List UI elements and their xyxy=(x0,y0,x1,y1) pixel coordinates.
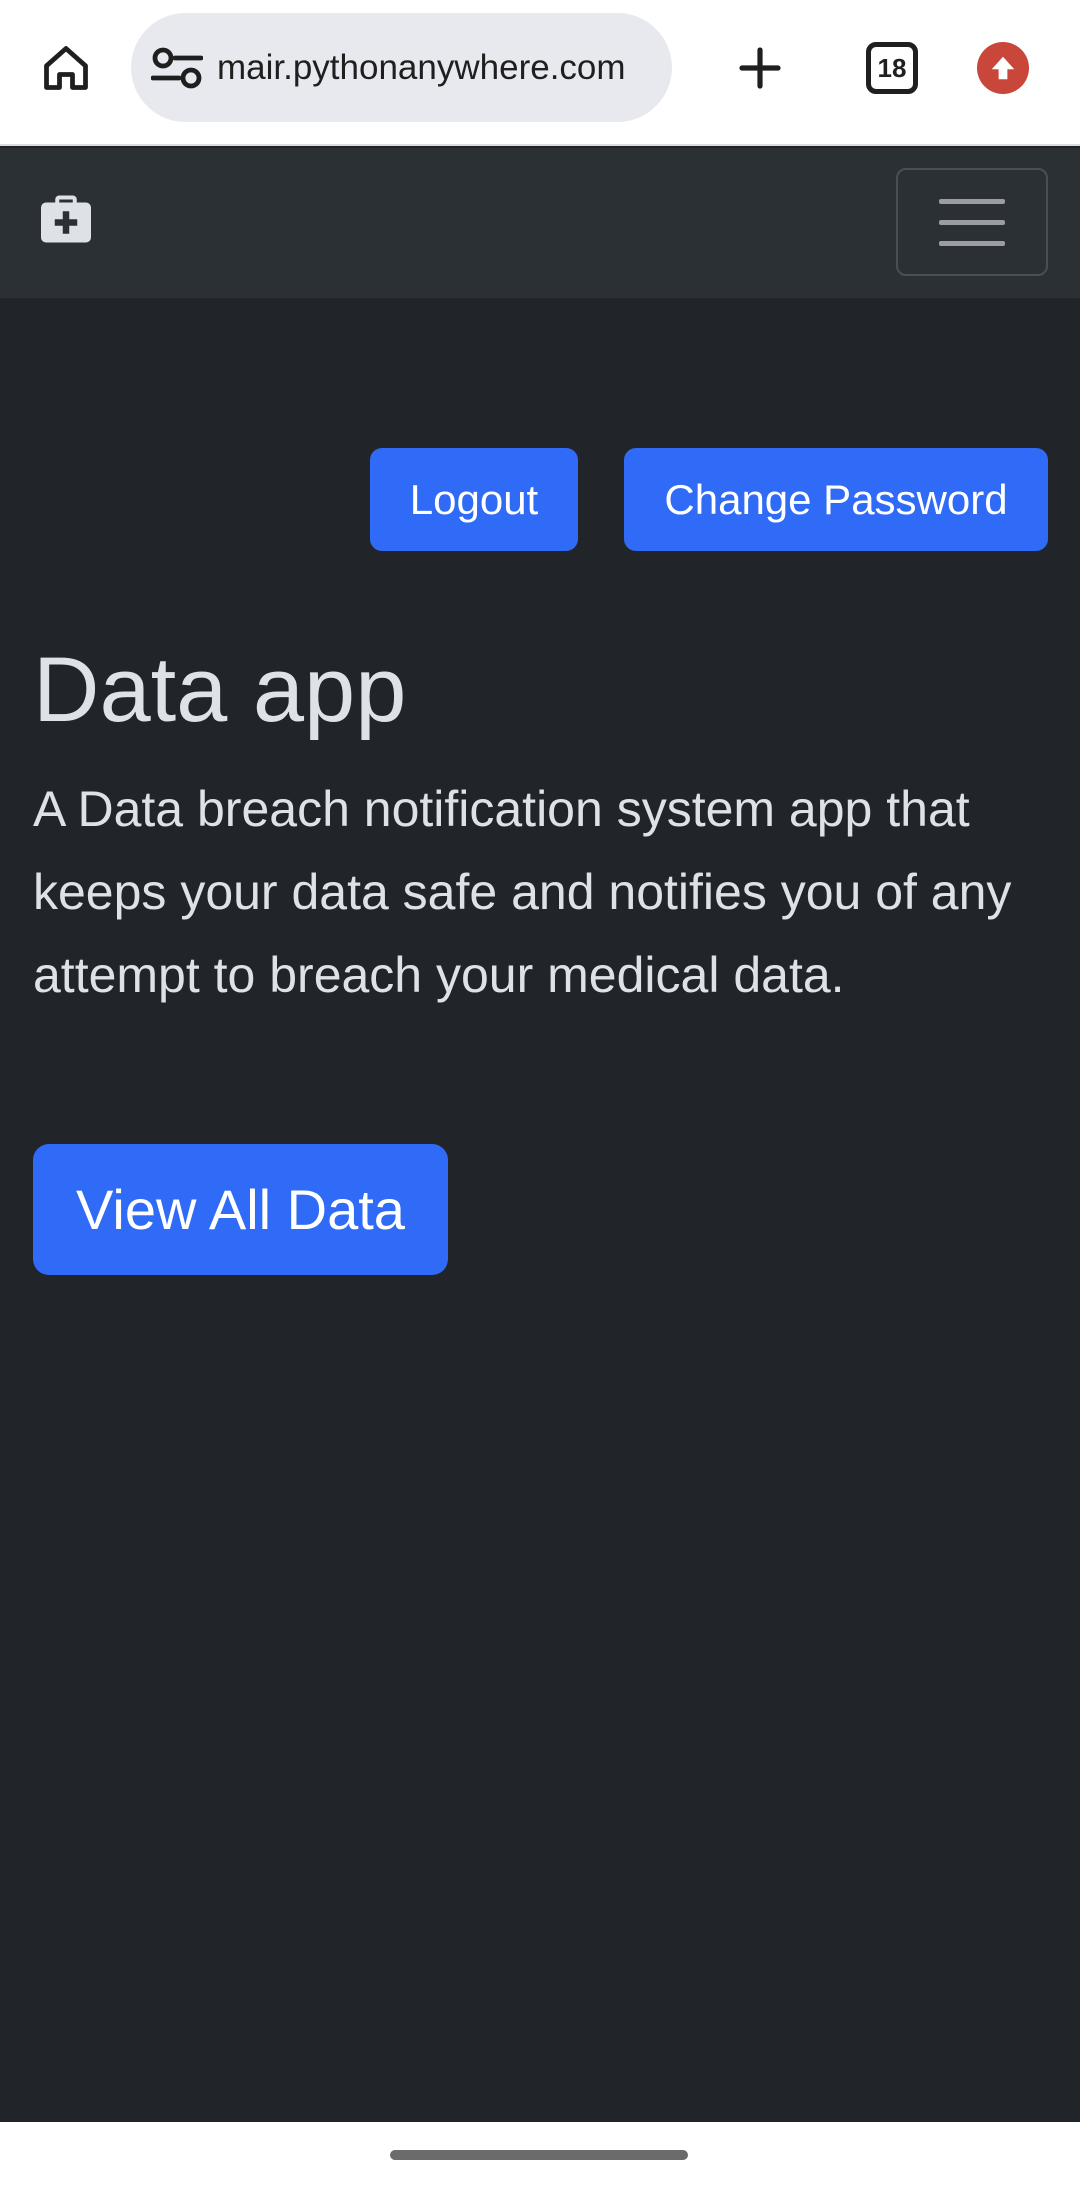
medkit-icon[interactable] xyxy=(36,190,96,250)
tab-switcher-button[interactable]: 18 xyxy=(866,42,918,94)
tab-count: 18 xyxy=(877,52,907,83)
site-settings-icon[interactable] xyxy=(151,45,203,91)
page-title: Data app xyxy=(33,639,407,741)
lead-text: A Data breach notification system app th… xyxy=(33,781,1012,1003)
plus-icon xyxy=(739,47,781,89)
home-icon xyxy=(44,46,88,90)
address-bar[interactable]: mair.pythonanywhere.com xyxy=(131,13,672,122)
home-button[interactable] xyxy=(36,38,96,98)
gesture-handle[interactable] xyxy=(390,2150,688,2160)
browser-toolbar: mair.pythonanywhere.com 18 xyxy=(0,0,1080,146)
view-all-data-button[interactable]: View All Data xyxy=(33,1144,448,1275)
new-tab-button[interactable] xyxy=(730,38,790,98)
arrow-up-icon xyxy=(991,56,1015,80)
hamburger-icon xyxy=(939,198,1005,204)
change-password-button[interactable]: Change Password xyxy=(624,448,1048,551)
navbar-toggler[interactable] xyxy=(896,168,1048,276)
update-button[interactable] xyxy=(977,42,1029,94)
url-text[interactable]: mair.pythonanywhere.com xyxy=(217,13,626,122)
logout-button[interactable]: Logout xyxy=(370,448,578,551)
